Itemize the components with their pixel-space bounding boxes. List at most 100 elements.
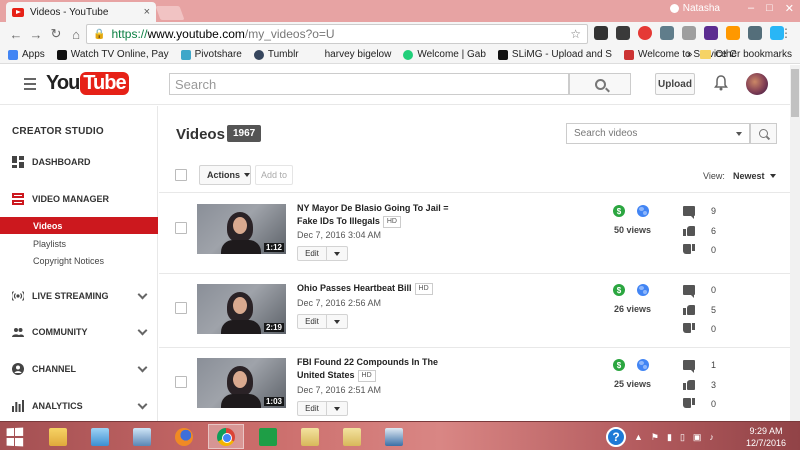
edit-options-dropdown[interactable] [327, 315, 347, 328]
new-tab-button[interactable] [155, 6, 185, 20]
video-title-line[interactable]: NY Mayor De Blasio Going To Jail = Fake … [297, 202, 467, 228]
help-icon[interactable]: ? [606, 427, 626, 447]
video-thumbnail[interactable]: 1:03 [197, 358, 286, 408]
reload-icon[interactable]: ↻ [46, 26, 66, 42]
youtube-logo[interactable]: You Tube [46, 72, 129, 95]
notifications-bell-icon[interactable] [714, 75, 728, 91]
taskbar-folder[interactable] [334, 424, 370, 449]
video-title-line[interactable]: Ohio Passes Heartbeat Bill HD [297, 282, 467, 295]
select-all-checkbox[interactable] [175, 169, 187, 181]
search-videos-input[interactable]: Search videos [566, 123, 750, 144]
address-bar[interactable]: 🔒 https://www.youtube.com/my_videos?o=U … [86, 24, 588, 44]
chevron-down-icon[interactable] [137, 289, 148, 300]
video-select-checkbox[interactable] [175, 302, 187, 314]
volume-icon[interactable]: ♪ [709, 432, 714, 442]
video-thumbnail[interactable]: 1:12 [197, 204, 286, 254]
chevron-down-icon[interactable] [137, 362, 148, 373]
edit-options-dropdown[interactable] [327, 402, 347, 415]
bookmark-item[interactable]: Pivotshare [180, 49, 242, 60]
minimize-icon[interactable]: – [748, 2, 754, 15]
system-clock[interactable]: 9:29 AM 12/7/2016 [740, 425, 792, 449]
battery-icon[interactable]: ▯ [680, 432, 685, 443]
chevron-down-icon[interactable] [137, 325, 148, 336]
caret-down-icon[interactable] [736, 132, 742, 136]
search-input[interactable]: Search [169, 73, 569, 95]
home-icon[interactable]: ⌂ [66, 27, 86, 42]
bookmark-item[interactable]: harvey bigelow [310, 49, 391, 60]
chevron-down-icon[interactable] [137, 399, 148, 410]
upload-button[interactable]: Upload [655, 73, 695, 95]
sidebar-item-channel[interactable]: CHANNEL [0, 360, 158, 378]
monetization-dollar-icon[interactable]: $ [613, 359, 625, 371]
sidebar-item-analytics[interactable]: ANALYTICS [0, 397, 158, 415]
close-window-icon[interactable]: ✕ [785, 2, 794, 15]
adblock-icon[interactable] [638, 26, 652, 40]
bookmarks-overflow-icon[interactable]: » [687, 49, 693, 60]
taskbar-remote-desktop[interactable] [376, 424, 412, 449]
extension-shield-icon[interactable] [616, 26, 630, 40]
page-scrollbar[interactable] [790, 65, 800, 421]
edit-button[interactable]: Edit [298, 315, 327, 328]
display-icon[interactable]: ▣ [693, 432, 702, 443]
sidebar-item-live-streaming[interactable]: LIVE STREAMING [0, 287, 158, 305]
taskbar-store[interactable] [250, 424, 286, 449]
video-title[interactable]: NY Mayor De Blasio Going To Jail = Fake … [297, 203, 448, 226]
public-globe-icon[interactable] [637, 284, 649, 296]
bookmark-star-icon[interactable]: ☆ [570, 27, 581, 41]
sidebar-subitem-copyright-notices[interactable]: Copyright Notices [0, 252, 158, 269]
taskbar-control-panel[interactable] [82, 424, 118, 449]
video-select-checkbox[interactable] [175, 376, 187, 388]
taskbar-chrome[interactable] [208, 424, 244, 449]
edit-button[interactable]: Edit [298, 247, 327, 260]
scrollbar-thumb[interactable] [791, 69, 799, 117]
show-hidden-icons-icon[interactable]: ▲ [634, 432, 643, 442]
sidebar-subitem-playlists[interactable]: Playlists [0, 235, 158, 252]
windows-start-icon[interactable] [6, 427, 25, 447]
public-globe-icon[interactable] [637, 359, 649, 371]
network-signal-icon[interactable]: ▮ [667, 432, 672, 443]
account-avatar[interactable] [746, 73, 768, 95]
forward-arrow-icon[interactable]: → [26, 27, 46, 42]
taskbar-computer[interactable] [124, 424, 160, 449]
guide-menu-icon[interactable] [24, 78, 36, 93]
extension-icon[interactable] [594, 26, 608, 40]
add-to-button[interactable]: Add to [255, 165, 293, 185]
taskbar-firefox[interactable] [166, 424, 202, 449]
other-bookmarks[interactable]: » Other bookmarks [687, 49, 792, 60]
extension-icon[interactable] [682, 26, 696, 40]
flag-icon[interactable]: ⚑ [651, 432, 659, 443]
tab-videos-youtube[interactable]: Videos - YouTube × [6, 2, 156, 22]
extension-icon[interactable] [660, 26, 674, 40]
taskbar-file-explorer[interactable] [40, 424, 76, 449]
sort-dropdown[interactable]: Newest [733, 171, 776, 181]
extension-icon[interactable] [748, 26, 762, 40]
taskbar-folder[interactable] [292, 424, 328, 449]
sidebar-item-dashboard[interactable]: DASHBOARD [0, 153, 158, 171]
search-videos-button[interactable] [750, 123, 777, 144]
sidebar-item-community[interactable]: COMMUNITY [0, 323, 158, 341]
profile-button[interactable]: Natasha [669, 3, 720, 14]
back-arrow-icon[interactable]: ← [6, 27, 26, 42]
bookmark-apps[interactable]: Apps [8, 49, 45, 60]
actions-dropdown[interactable]: Actions [199, 165, 251, 185]
video-title-line[interactable]: FBI Found 22 Compounds In The United Sta… [297, 356, 467, 382]
video-select-checkbox[interactable] [175, 222, 187, 234]
bookmark-item[interactable]: Welcome | Gab [403, 49, 486, 60]
chrome-menu-icon[interactable]: ⋮ [780, 26, 792, 40]
bookmark-item[interactable]: Tumblr [253, 49, 299, 60]
tab-close-icon[interactable]: × [144, 6, 150, 18]
search-button[interactable] [569, 73, 631, 95]
maximize-icon[interactable]: □ [766, 2, 773, 15]
extension-icon[interactable] [726, 26, 740, 40]
sidebar-subitem-videos[interactable]: Videos [0, 217, 158, 234]
edit-options-dropdown[interactable] [327, 247, 347, 260]
monetization-dollar-icon[interactable]: $ [613, 205, 625, 217]
bookmark-item[interactable]: Watch TV Online, Pay [56, 49, 169, 60]
edit-button[interactable]: Edit [298, 402, 327, 415]
sidebar-item-video-manager[interactable]: VIDEO MANAGER [0, 190, 158, 208]
monetization-dollar-icon[interactable]: $ [613, 284, 625, 296]
video-thumbnail[interactable]: 2:19 [197, 284, 286, 334]
bookmark-item[interactable]: SLiMG - Upload and S [497, 49, 612, 60]
video-title[interactable]: Ohio Passes Heartbeat Bill [297, 283, 412, 293]
public-globe-icon[interactable] [637, 205, 649, 217]
